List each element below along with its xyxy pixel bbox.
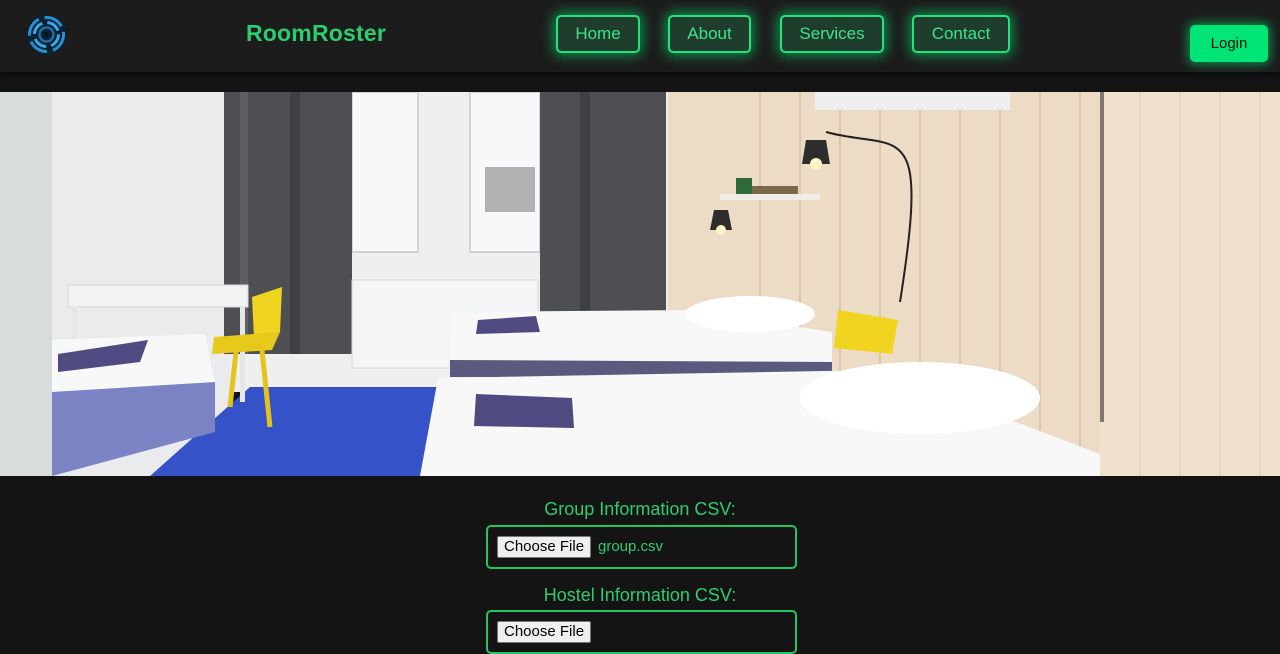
group-selected-filename: group.csv (598, 538, 664, 555)
nav-home-button[interactable]: Home (556, 15, 640, 53)
hostel-csv-file-input[interactable]: Choose File (486, 610, 797, 654)
hostel-csv-label: Hostel Information CSV: (543, 585, 737, 605)
top-navbar: RoomRoster Home About Services Contact L… (0, 0, 1280, 72)
nav-services-button[interactable]: Services (780, 15, 884, 53)
logo-icon[interactable] (25, 13, 68, 56)
group-csv-file-input[interactable]: Choose File group.csv (486, 525, 797, 569)
hostel-choose-file-button[interactable]: Choose File (497, 621, 592, 643)
nav-about-button[interactable]: About (668, 15, 751, 53)
brand-title[interactable]: RoomRoster (246, 20, 386, 47)
login-button[interactable]: Login (1190, 25, 1268, 62)
nav-contact-button[interactable]: Contact (912, 15, 1010, 53)
group-choose-file-button[interactable]: Choose File (497, 536, 592, 558)
group-csv-label: Group Information CSV: (544, 499, 736, 519)
hero-room-image (0, 92, 1280, 476)
